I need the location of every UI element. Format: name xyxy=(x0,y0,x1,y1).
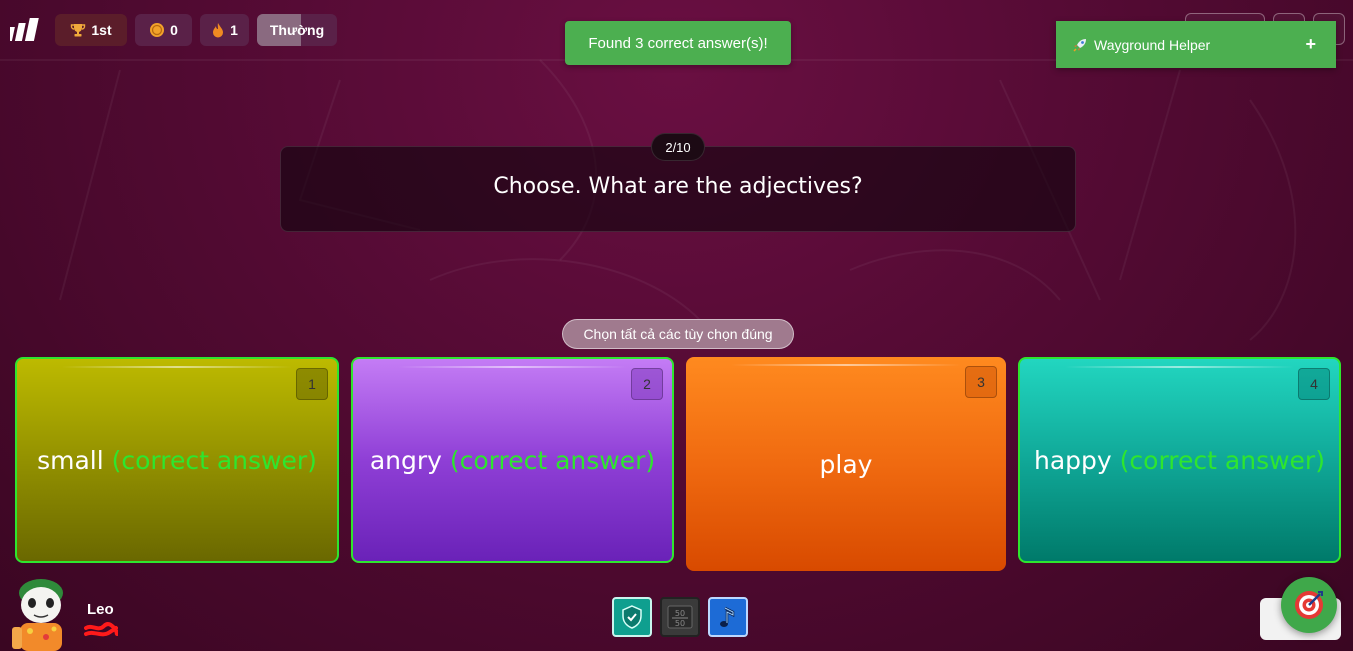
streak-count: 1 xyxy=(230,22,238,38)
option-number: 4 xyxy=(1298,368,1330,400)
question-counter: 2/10 xyxy=(651,133,705,161)
answer-option-4[interactable]: 4 happy (correct answer) xyxy=(1018,357,1341,563)
option-label: happy (correct answer) xyxy=(1034,446,1325,475)
wayground-logo-icon[interactable] xyxy=(10,17,44,43)
svg-text:50: 50 xyxy=(675,619,685,628)
streak-badge: 1 xyxy=(200,14,249,46)
answer-option-1[interactable]: 1 small (correct answer) xyxy=(15,357,339,563)
option-label: small (correct answer) xyxy=(37,446,317,475)
mode-badge: Thường xyxy=(257,14,337,46)
option-shine xyxy=(1065,366,1294,368)
target-icon xyxy=(1295,591,1323,619)
coin-icon xyxy=(149,22,165,38)
correct-answer-tag: (correct answer) xyxy=(1119,445,1325,475)
powerup-music[interactable] xyxy=(708,597,748,637)
select-all-hint: Chọn tất cả các tùy chọn đúng xyxy=(562,319,794,349)
option-text: small xyxy=(37,445,104,475)
option-shine xyxy=(62,366,292,368)
svg-text:50: 50 xyxy=(675,609,685,618)
mode-label: Thường xyxy=(269,22,325,38)
option-label: play xyxy=(820,450,873,479)
powerup-shield[interactable] xyxy=(612,597,652,637)
redacted-score-scribble xyxy=(84,622,118,637)
option-number: 3 xyxy=(965,366,997,398)
option-text: angry xyxy=(369,445,442,475)
option-number: 2 xyxy=(631,368,663,400)
option-shine xyxy=(731,364,961,366)
helper-panel-header[interactable]: Wayground Helper + xyxy=(1056,21,1336,68)
option-text: play xyxy=(819,449,873,479)
shield-check-icon xyxy=(622,605,642,629)
trophy-icon xyxy=(70,22,86,38)
target-fab-button[interactable] xyxy=(1281,577,1337,633)
rocket-icon xyxy=(1072,37,1088,53)
correct-answer-tag: (correct answer) xyxy=(111,445,317,475)
player-avatar xyxy=(12,579,63,651)
correct-answer-tag: (correct answer) xyxy=(449,445,656,475)
rank-badge: 1st xyxy=(55,14,127,46)
toast-notification: Found 3 correct answer(s)! xyxy=(565,21,791,65)
rank-label: 1st xyxy=(91,22,112,38)
helper-title: Wayground Helper xyxy=(1094,36,1211,53)
coins-count: 0 xyxy=(170,22,178,38)
option-text: happy xyxy=(1034,445,1112,475)
player-name: Leo xyxy=(87,601,114,618)
powerup-fifty-fifty[interactable]: 50 50 xyxy=(660,597,700,637)
option-shine xyxy=(398,366,627,368)
toast-message: Found 3 correct answer(s)! xyxy=(588,34,768,52)
option-label: angry (correct answer) xyxy=(370,446,655,475)
option-number: 1 xyxy=(296,368,328,400)
music-note-icon xyxy=(720,606,735,627)
fifty-fifty-icon: 50 50 xyxy=(667,605,693,629)
answer-option-3[interactable]: 3 play xyxy=(686,357,1006,571)
flame-icon xyxy=(211,22,225,38)
question-text: Choose. What are the adjectives? xyxy=(493,173,863,199)
answer-option-2[interactable]: 2 angry (correct answer) xyxy=(351,357,674,563)
coins-badge: 0 xyxy=(135,14,192,46)
expand-button[interactable]: + xyxy=(1305,34,1316,55)
